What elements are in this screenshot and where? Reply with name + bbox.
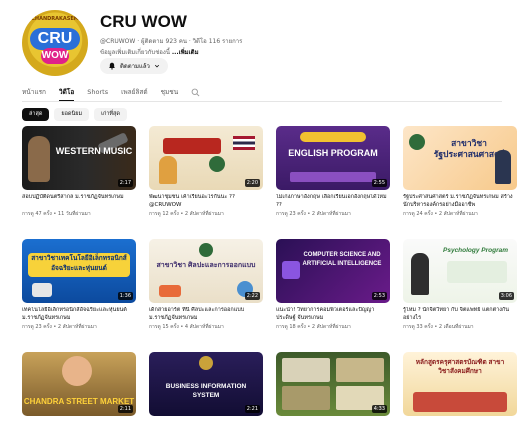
video-title[interactable]: รู้ไหม ? นักจิตวิทยา กับ จิตแพทย์ แตกต่า… xyxy=(403,307,517,322)
video-thumbnail[interactable]: สาขาวิชาเทคโนโลยีอิเล็กทรอนิกส์ อัจฉริยะ… xyxy=(22,239,136,303)
video-card[interactable]: BUSINESS INFORMATION SYSTEM 2:21 xyxy=(149,352,263,416)
video-title[interactable]: สอบปฏิบัติดนตรีสากล ม.ราชภัฏจันทรเกษม xyxy=(22,194,136,209)
video-thumbnail[interactable]: ENGLISH PROGRAM 2:55 xyxy=(276,126,390,190)
video-thumbnail[interactable]: Psychology Program 3:06 xyxy=(403,239,517,303)
video-duration: 4:33 xyxy=(371,405,387,413)
video-duration: 2:17 xyxy=(117,179,133,187)
video-card[interactable]: 4:33 xyxy=(276,352,390,416)
tab-home[interactable]: หน้าแรก xyxy=(22,87,46,97)
video-stats: การดู 24 ครั้ง • 2 สัปดาห์ที่ผ่านมา xyxy=(403,211,478,217)
video-card[interactable]: สาขาวิชา รัฐประศาสนศาสตร์ รัฐประศาสนศาสต… xyxy=(403,126,517,218)
video-stats: การดู 33 ครั้ง • 2 เดือนที่ผ่านมา xyxy=(403,324,474,330)
video-card[interactable]: 2:20 พัฒนาชุมชน เค้าเรียนอะไรกันนะ ?? @C… xyxy=(149,126,263,218)
video-stats: การดู 47 ครั้ง • 11 วันที่ผ่านมา xyxy=(22,211,91,217)
video-thumbnail[interactable]: CHANDRA STREET MARKET 2:11 xyxy=(22,352,136,416)
chevron-down-icon xyxy=(154,64,160,68)
channel-tabs: หน้าแรก วิดีโอ Shorts เพลย์ลิสต์ ชุมชน xyxy=(22,84,502,101)
channel-description[interactable]: ข้อมูลเพิ่มเติมเกี่ยวกับช่องนี้ ...เพิ่ม… xyxy=(100,47,199,57)
avatar-ring-text: CHANDRAKASEM xyxy=(31,16,79,22)
video-duration: 2:20 xyxy=(244,179,260,187)
video-thumbnail[interactable]: สาขาวิชา ศิลปะและการออกแบบ 2:22 xyxy=(149,239,263,303)
thumbnail-text: WESTERN MUSIC xyxy=(55,146,133,156)
tab-videos[interactable]: วิดีโอ xyxy=(59,87,75,101)
thumbnail-text: COMPUTER SCIENCE AND ARTIFICIAL INTELLIG… xyxy=(302,252,382,267)
video-title[interactable]: แนะนำ! วิทยาการคอมพิวเตอร์และปัญญาประดิษ… xyxy=(276,307,390,322)
channel-name: CRU WOW xyxy=(100,12,187,31)
video-duration: 2:21 xyxy=(244,405,260,413)
video-stats: การดู 15 ครั้ง • 4 สัปดาห์ที่ผ่านมา xyxy=(149,324,224,330)
video-thumbnail[interactable]: หลักสูตรครุศาสตรบัณฑิต สาขาวิชาสังคมศึกษ… xyxy=(403,352,517,416)
avatar-logo-cru: CRU xyxy=(30,28,80,50)
video-thumbnail[interactable]: 2:20 xyxy=(149,126,263,190)
bell-icon xyxy=(109,62,115,70)
video-thumbnail[interactable]: COMPUTER SCIENCE AND ARTIFICIAL INTELLIG… xyxy=(276,239,390,303)
sort-chips: ล่าสุด ยอดนิยม เก่าที่สุด xyxy=(22,108,127,121)
video-duration: 3:06 xyxy=(498,292,514,300)
video-card[interactable]: หลักสูตรครุศาสตรบัณฑิต สาขาวิชาสังคมศึกษ… xyxy=(403,352,517,416)
video-card[interactable]: สาขาวิชาเทคโนโลยีอิเล็กทรอนิกส์ อัจฉริยะ… xyxy=(22,239,136,331)
video-card[interactable]: สาขาวิชา ศิลปะและการออกแบบ 2:22 เด็กสายอ… xyxy=(149,239,263,331)
tabs-divider xyxy=(22,101,502,102)
tab-playlists[interactable]: เพลย์ลิสต์ xyxy=(121,87,147,97)
subscribed-label: ติดตามแล้ว xyxy=(120,63,150,70)
subscribed-button[interactable]: ติดตามแล้ว xyxy=(100,58,168,74)
chip-oldest[interactable]: เก่าที่สุด xyxy=(94,108,127,121)
video-title[interactable]: รัฐประศาสนศาสตร์ ม.ราชภัฏจันทรเกษม สร้าง… xyxy=(403,194,517,209)
thumbnail-text: หลักสูตรครุศาสตรบัณฑิต สาขาวิชาสังคมศึกษ… xyxy=(415,359,505,375)
video-title[interactable]: พัฒนาชุมชน เค้าเรียนอะไรกันนะ ?? @CRUWOW xyxy=(149,194,263,209)
video-thumbnail[interactable]: 4:33 xyxy=(276,352,390,416)
tab-shorts[interactable]: Shorts xyxy=(87,88,108,96)
video-duration: 2:22 xyxy=(244,292,260,300)
video-duration: 2:11 xyxy=(117,405,133,413)
video-title[interactable]: เทคโนโลยีอิเล็กทรอนิกส์อัจฉริยะและหุ่นยน… xyxy=(22,307,136,322)
video-title[interactable]: ไม่เก่งภาษาอังกฤษ เลือกเรียนเอกอังกฤษได้… xyxy=(276,194,390,209)
video-stats: การดู 23 ครั้ง • 2 สัปดาห์ที่ผ่านมา xyxy=(22,324,97,330)
video-stats: การดู 18 ครั้ง • 2 สัปดาห์ที่ผ่านมา xyxy=(276,324,351,330)
thumbnail-text: สาขาวิชา ศิลปะและการออกแบบ xyxy=(156,262,256,269)
tab-community[interactable]: ชุมชน xyxy=(161,87,179,97)
video-duration: 1:36 xyxy=(117,292,133,300)
video-duration: 2:55 xyxy=(371,179,387,187)
description-text: ข้อมูลเพิ่มเติมเกี่ยวกับช่องนี้ xyxy=(100,49,172,56)
thumbnail-text: สาขาวิชาเทคโนโลยีอิเล็กทรอนิกส์ อัจฉริยะ… xyxy=(31,255,127,272)
chip-popular[interactable]: ยอดนิยม xyxy=(54,108,90,121)
chip-latest[interactable]: ล่าสุด xyxy=(22,108,50,121)
description-more-link[interactable]: ...เพิ่มเติม xyxy=(172,49,199,56)
channel-meta: @CRUWOW · ผู้ติดตาม 923 คน · วิดีโอ 116 … xyxy=(100,38,243,45)
thumbnail-text: BUSINESS INFORMATION SYSTEM xyxy=(165,383,247,399)
avatar-logo-wow: WOW xyxy=(41,48,69,64)
video-thumbnail[interactable]: BUSINESS INFORMATION SYSTEM 2:21 xyxy=(149,352,263,416)
channel-avatar[interactable]: CHANDRAKASEM CRU WOW xyxy=(22,10,88,76)
video-card[interactable]: WESTERN MUSIC 2:17 สอบปฏิบัติดนตรีสากล ม… xyxy=(22,126,136,218)
video-thumbnail[interactable]: สาขาวิชา รัฐประศาสนศาสตร์ xyxy=(403,126,517,190)
search-icon[interactable] xyxy=(191,88,200,97)
video-duration: 2:53 xyxy=(371,292,387,300)
video-card[interactable]: COMPUTER SCIENCE AND ARTIFICIAL INTELLIG… xyxy=(276,239,390,331)
video-stats: การดู 23 ครั้ง • 2 สัปดาห์ที่ผ่านมา xyxy=(276,211,351,217)
thumbnail-text: ENGLISH PROGRAM xyxy=(288,148,378,158)
channel-header: CHANDRAKASEM CRU WOW CRU WOW @CRUWOW · ผ… xyxy=(22,10,502,80)
video-thumbnail[interactable]: WESTERN MUSIC 2:17 xyxy=(22,126,136,190)
video-card[interactable]: Psychology Program 3:06 รู้ไหม ? นักจิตว… xyxy=(403,239,517,331)
video-card[interactable]: CHANDRA STREET MARKET 2:11 xyxy=(22,352,136,416)
video-stats: การดู 12 ครั้ง • 2 สัปดาห์ที่ผ่านมา xyxy=(149,211,224,217)
video-title[interactable]: เด็กสายอาร์ต ที่นี่ ศิลปะและการออกแบบ ม.… xyxy=(149,307,263,322)
video-card[interactable]: ENGLISH PROGRAM 2:55 ไม่เก่งภาษาอังกฤษ เ… xyxy=(276,126,390,218)
thumbnail-text: Psychology Program xyxy=(443,247,509,254)
